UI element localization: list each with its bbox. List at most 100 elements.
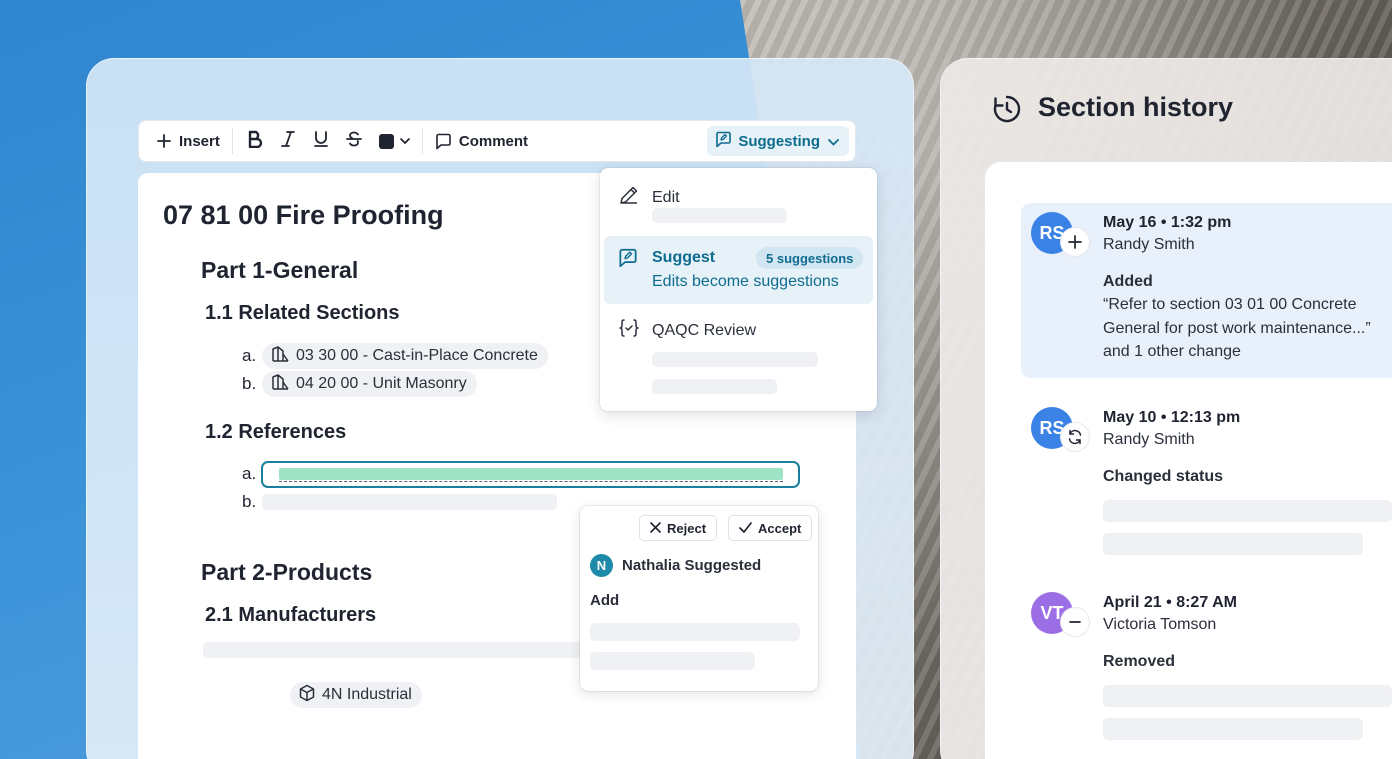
entry-date: May 16: [1103, 214, 1157, 231]
placeholder-line: [652, 379, 777, 394]
placeholder-line: [652, 208, 787, 223]
refresh-icon: [1061, 423, 1089, 451]
suggestions-count-badge: 5 suggestions: [756, 247, 864, 269]
section-link-chip[interactable]: 04 20 00 - Unit Masonry: [262, 371, 477, 397]
placeholder-line: [1103, 533, 1363, 555]
section-link-chip[interactable]: 03 30 00 - Cast-in-Place Concrete: [262, 343, 548, 369]
list-letter: b.: [242, 374, 257, 393]
strikethrough-icon: [345, 130, 363, 153]
close-icon: [650, 521, 667, 536]
entry-action: Added: [1103, 273, 1153, 290]
underline-icon: [313, 130, 329, 153]
entry-datetime: May 16 • 1:32 pm: [1103, 214, 1231, 232]
suggesting-mode-button[interactable]: Suggesting: [707, 126, 849, 156]
placeholder-line: [1103, 718, 1363, 740]
section-link-label: 03 30 00 - Cast-in-Place Concrete: [296, 347, 538, 364]
entry-extra: and 1 other change: [1103, 343, 1241, 360]
suggest-icon: [618, 248, 638, 273]
entry-action: Changed status: [1103, 468, 1224, 485]
plus-icon: [157, 134, 171, 148]
comment-icon: [435, 133, 452, 150]
section-link-icon: [270, 345, 296, 368]
cube-icon: [298, 684, 322, 707]
reference-input[interactable]: [261, 461, 800, 488]
text-color-button[interactable]: [378, 133, 410, 149]
toolbar-divider: [421, 128, 423, 154]
suggestion-underline: [279, 481, 783, 482]
underline-button[interactable]: [311, 130, 331, 153]
plus-icon: [1061, 228, 1089, 256]
section-1-1-heading: 1.1 Related Sections: [205, 302, 400, 324]
suggested-insertion-highlight: [279, 468, 783, 480]
part-2-heading: Part 2-Products: [201, 559, 373, 585]
placeholder-line: [652, 352, 818, 367]
insert-label: Insert: [179, 132, 220, 150]
italic-icon: [280, 130, 296, 153]
bold-button[interactable]: [245, 130, 265, 153]
accept-button[interactable]: Accept: [728, 515, 813, 541]
entry-datetime: May 10 • 12:13 pm: [1103, 409, 1240, 427]
entry-change-text: “Refer to section 03 01 00 Concrete Gene…: [1103, 296, 1371, 337]
suggestion-action: Add: [590, 592, 620, 609]
entry-date: May 10: [1103, 409, 1157, 426]
placeholder-line: [1103, 685, 1392, 707]
menu-item-suggest[interactable]: Suggest 5 suggestions Edits become sugge…: [604, 236, 873, 304]
placeholder-line: [590, 623, 800, 641]
toolbar-divider: [231, 128, 233, 154]
section-link-label: 04 20 00 - Unit Masonry: [296, 375, 467, 392]
chevron-down-icon: [828, 133, 839, 150]
color-swatch: [378, 133, 394, 149]
list-letter: a.: [242, 464, 257, 483]
pencil-icon: [618, 184, 640, 211]
section-1-2-heading: 1.2 References: [205, 421, 347, 443]
check-icon: [739, 521, 758, 536]
entry-date: April 21: [1103, 594, 1162, 611]
document-title: 07 81 00 Fire Proofing: [163, 200, 444, 230]
editor-toolbar: Insert Comment Suggesting: [138, 120, 856, 162]
entry-time: • 1:32 pm: [1160, 214, 1232, 231]
suggest-icon: [715, 131, 732, 152]
section-link-icon: [270, 373, 296, 396]
strikethrough-button[interactable]: [344, 131, 364, 151]
bold-icon: [247, 130, 263, 153]
entry-time: • 8:27 AM: [1166, 594, 1237, 611]
history-icon: [992, 94, 1022, 129]
suggestion-author: Nathalia Suggested: [622, 557, 762, 574]
menu-item-qaqc-review[interactable]: QAQC Review: [618, 318, 756, 343]
placeholder-line: [262, 494, 557, 510]
suggestion-card: Reject Accept N Nathalia Suggested Add: [580, 506, 818, 691]
entry-action: Removed: [1103, 653, 1176, 670]
placeholder-line: [1103, 500, 1392, 522]
placeholder-line: [203, 642, 583, 658]
insert-button[interactable]: Insert: [157, 133, 220, 150]
menu-item-label: Suggest: [652, 249, 716, 266]
minus-icon: [1061, 608, 1089, 636]
manufacturer-chip[interactable]: 4N Industrial: [290, 682, 422, 708]
comment-label: Comment: [458, 132, 529, 150]
avatar: N: [590, 554, 613, 577]
list-letter: a.: [242, 346, 257, 365]
history-title: Section history: [1038, 92, 1234, 122]
comment-button[interactable]: Comment: [435, 133, 528, 150]
entry-time: • 12:13 pm: [1160, 409, 1241, 426]
part-1-heading: Part 1-General: [201, 257, 359, 283]
suggesting-label: Suggesting: [738, 132, 820, 150]
accept-label: Accept: [758, 520, 802, 536]
reject-label: Reject: [667, 520, 707, 536]
chevron-down-icon: [400, 137, 410, 145]
entry-author: Randy Smith: [1103, 236, 1195, 253]
placeholder-line: [590, 652, 755, 670]
review-icon: [618, 318, 640, 343]
italic-button[interactable]: [278, 130, 298, 153]
menu-item-label: Edit: [652, 188, 680, 206]
entry-author: Randy Smith: [1103, 431, 1195, 448]
entry-datetime: April 21 • 8:27 AM: [1103, 594, 1237, 612]
section-2-1-heading: 2.1 Manufacturers: [205, 604, 377, 626]
menu-item-label: QAQC Review: [652, 321, 757, 339]
reject-button[interactable]: Reject: [639, 515, 718, 541]
menu-item-edit[interactable]: Edit: [618, 184, 680, 211]
editing-mode-menu: Edit Suggest 5 suggestions Edits become …: [600, 168, 877, 411]
entry-author: Victoria Tomson: [1103, 616, 1217, 633]
menu-item-description: Edits become suggestions: [652, 273, 839, 290]
list-letter: b.: [242, 492, 257, 511]
